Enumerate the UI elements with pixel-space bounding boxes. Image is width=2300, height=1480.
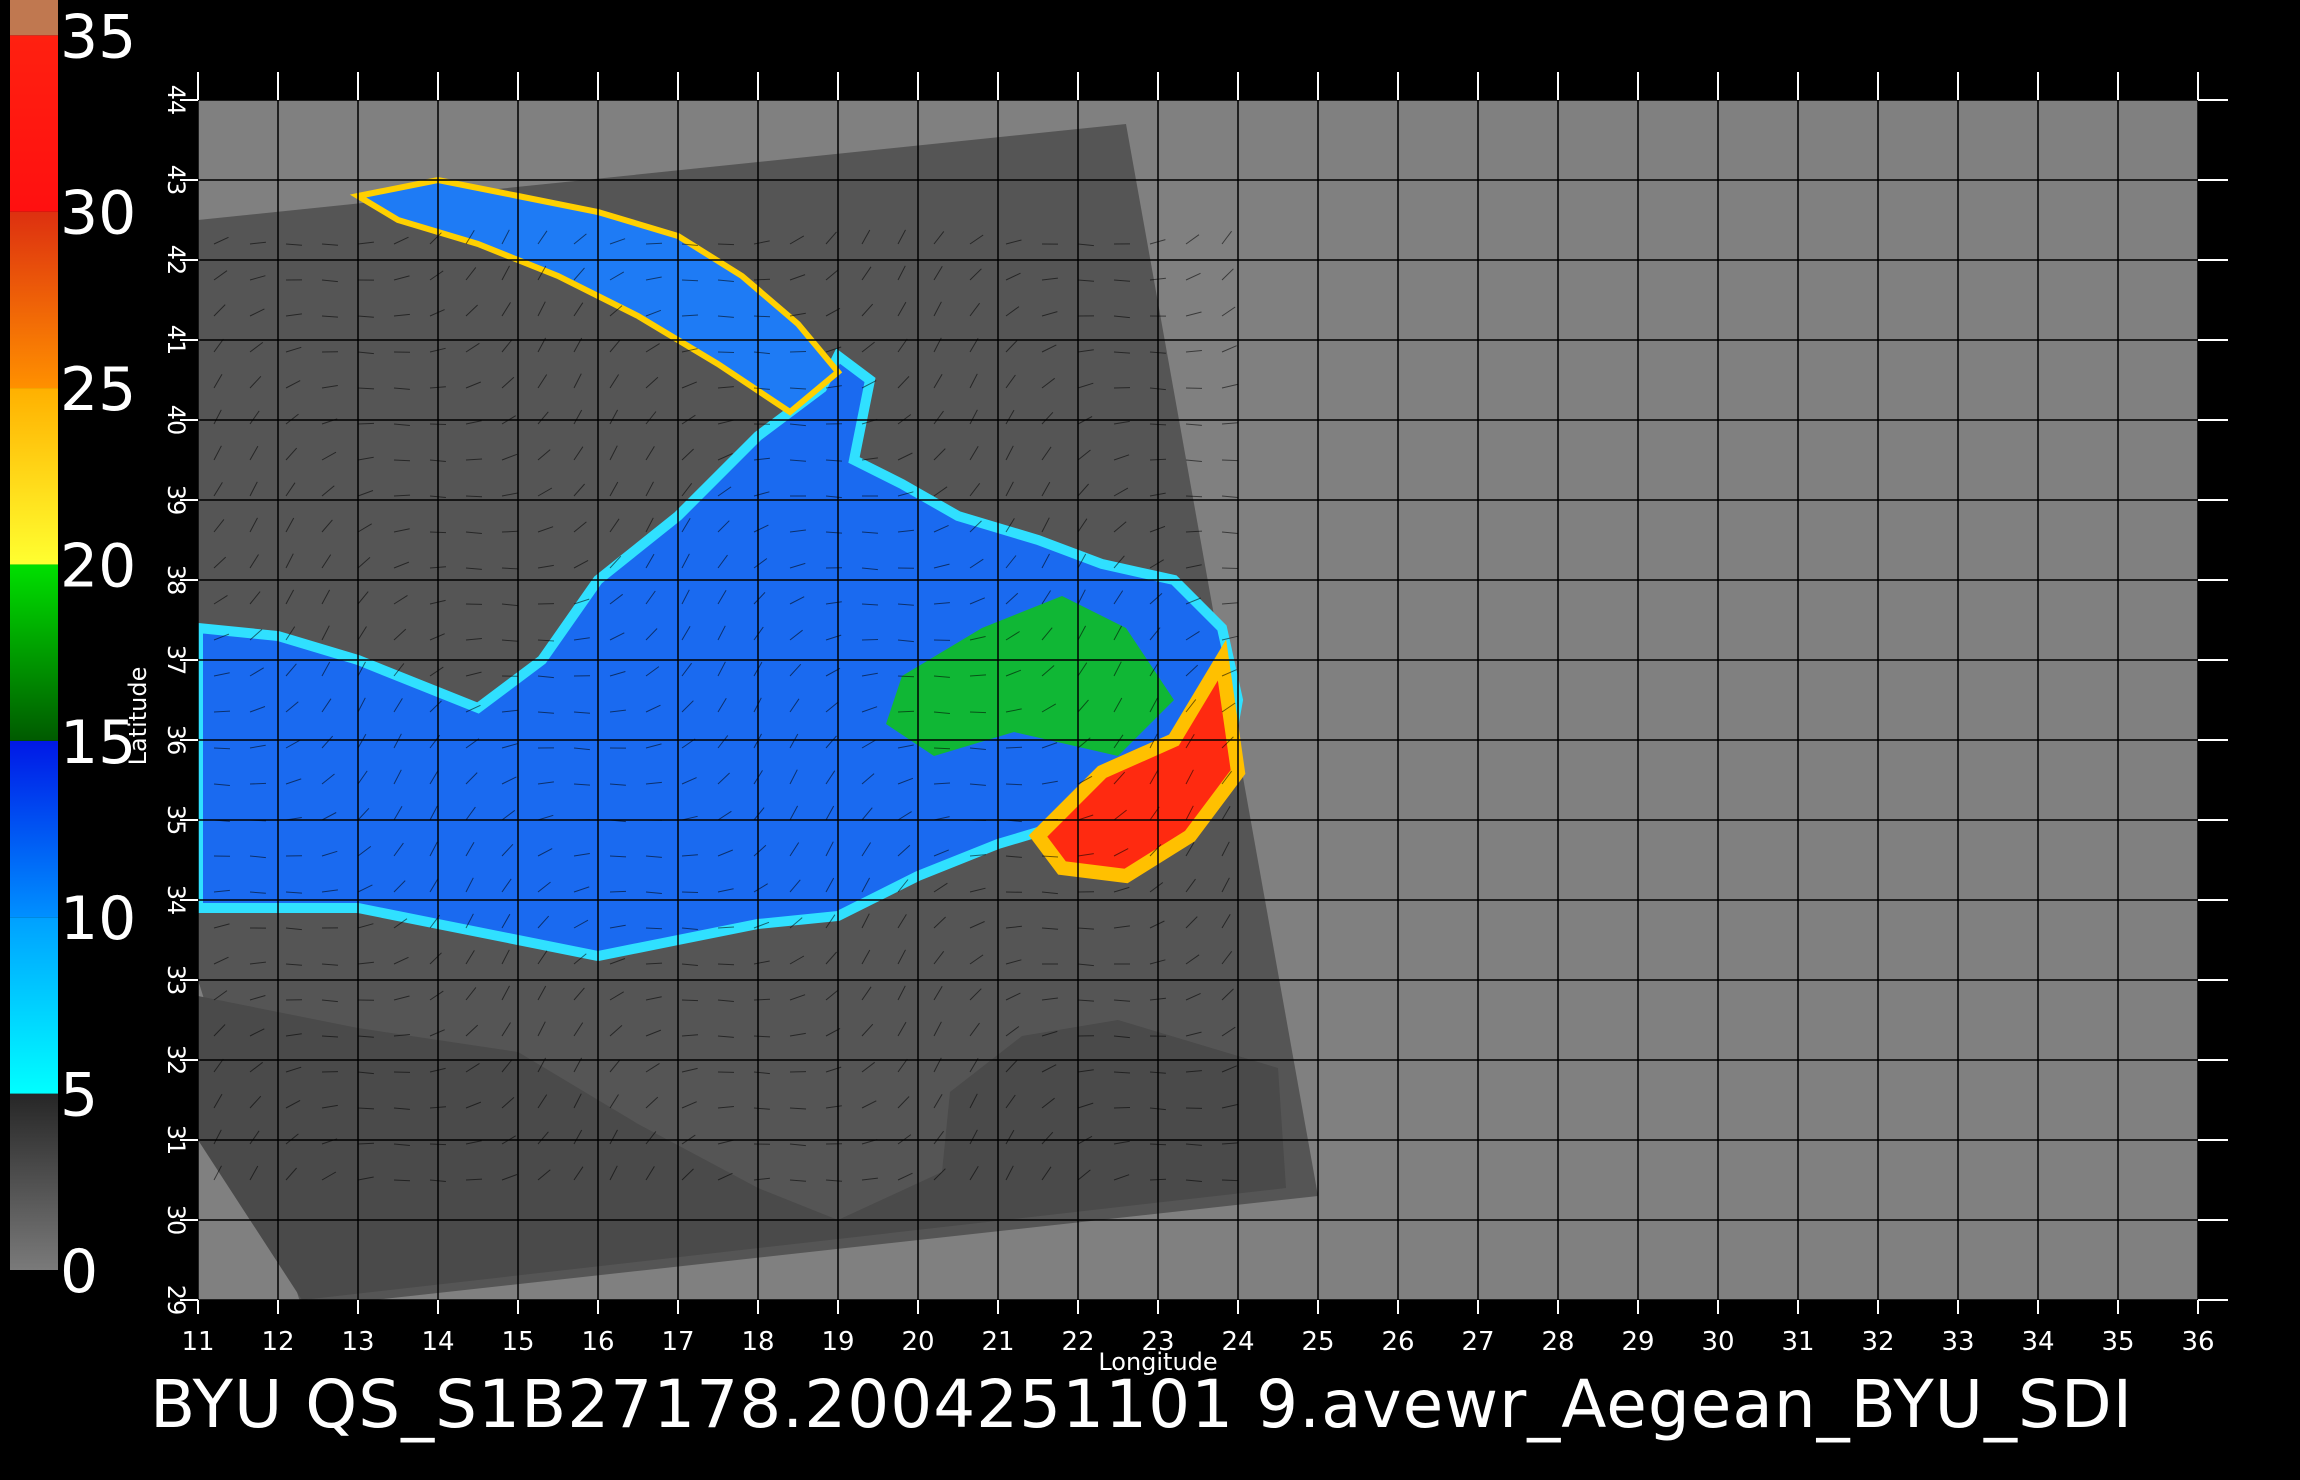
x-tick-label-20: 20 xyxy=(901,1327,934,1357)
wind-vector-578 xyxy=(1185,495,1203,498)
latitude-tick-labels: 29 30 31 32 33 34 35 36 37 38 39 40 41 42 43 44 xyxy=(162,85,190,1316)
y-tick-label-39: 39 xyxy=(162,485,190,516)
y-tick-label-37: 37 xyxy=(162,645,190,676)
colorbar-band-15-20 xyxy=(10,564,58,741)
x-tick-label-21: 21 xyxy=(981,1327,1014,1357)
y-axis-label: Latitude xyxy=(124,667,152,766)
wind-vector-558 xyxy=(465,495,483,498)
map-plot-area: 11 12 13 14 15 16 17 18 19 20 21 22 23 24 25 26 27 28 29 30… xyxy=(124,72,2228,1376)
y-tick-label-43: 43 xyxy=(162,165,190,196)
x-tick-label-27: 27 xyxy=(1461,1327,1494,1357)
colorbar-band-30-35 xyxy=(10,35,58,212)
x-tick-label-18: 18 xyxy=(741,1327,774,1357)
colorbar-label-10: 10 xyxy=(60,884,136,954)
x-tick-label-28: 28 xyxy=(1541,1327,1574,1357)
image-caption: BYU QS_S1B27178.2004251101 9.avewr_Aegea… xyxy=(150,1366,2134,1443)
wind-vector-453 xyxy=(861,639,879,641)
wind-vector-398 xyxy=(969,711,987,714)
wind-vector-608 xyxy=(1221,459,1239,462)
x-tick-label-26: 26 xyxy=(1381,1327,1414,1357)
x-tick-label-11: 11 xyxy=(181,1327,214,1357)
y-tick-label-44: 44 xyxy=(162,85,190,116)
x-tick-label-24: 24 xyxy=(1221,1327,1254,1357)
wind-vector-188 xyxy=(717,963,735,966)
wind-vector-368 xyxy=(933,747,951,750)
colorbar-band-35-36 xyxy=(10,0,58,36)
colorbar-label-35: 35 xyxy=(60,2,136,72)
colorbar-band-25-30 xyxy=(10,211,58,389)
x-tick-label-35: 35 xyxy=(2101,1327,2134,1357)
x-tick-label-25: 25 xyxy=(1301,1327,1334,1357)
x-tick-label-13: 13 xyxy=(341,1327,374,1357)
x-tick-label-14: 14 xyxy=(421,1327,454,1357)
wind-map-figure: 05101520253035 11 12 13 14 15 16 17 18 19 20 21 22 2… xyxy=(10,0,2228,1376)
x-tick-label-15: 15 xyxy=(501,1327,534,1357)
y-tick-label-35: 35 xyxy=(162,805,190,836)
wind-vector-160 xyxy=(753,998,771,1001)
y-tick-label-33: 33 xyxy=(162,965,190,996)
wind-vector-530 xyxy=(501,530,519,533)
y-tick-label-29: 29 xyxy=(162,1285,190,1316)
x-tick-label-16: 16 xyxy=(581,1327,614,1357)
colorbar-labels: 05101520253035 xyxy=(60,2,136,1307)
colorbar-band-0-5 xyxy=(10,1093,58,1270)
x-tick-label-12: 12 xyxy=(261,1327,294,1357)
y-tick-label-32: 32 xyxy=(162,1045,190,1076)
wind-vector-683 xyxy=(789,351,807,353)
x-tick-label-32: 32 xyxy=(1861,1327,1894,1357)
y-tick-label-30: 30 xyxy=(162,1205,190,1236)
wind-vector-158 xyxy=(681,999,699,1002)
y-tick-label-31: 31 xyxy=(162,1125,190,1156)
y-tick-label-41: 41 xyxy=(162,325,190,356)
wind-vector-245 xyxy=(681,891,699,893)
wind-vector-613 xyxy=(357,422,375,425)
colorbar-band-20-25 xyxy=(10,388,58,565)
x-tick-label-30: 30 xyxy=(1701,1327,1734,1357)
x-tick-label-36: 36 xyxy=(2181,1327,2214,1357)
wind-vector-5 xyxy=(393,1179,411,1182)
y-tick-label-40: 40 xyxy=(162,405,190,436)
y-tick-label-38: 38 xyxy=(162,565,190,596)
x-tick-label-34: 34 xyxy=(2021,1327,2054,1357)
wind-vector-243 xyxy=(609,890,627,893)
x-tick-label-22: 22 xyxy=(1061,1327,1094,1357)
wind-vector-738 xyxy=(681,279,699,282)
colorbar-label-0: 0 xyxy=(60,1237,98,1307)
y-tick-label-34: 34 xyxy=(162,885,190,916)
colorbar-band-10-15 xyxy=(10,740,58,918)
y-tick-label-42: 42 xyxy=(162,245,190,276)
colorbar-label-30: 30 xyxy=(60,179,136,249)
wind-vector-681 xyxy=(717,351,735,353)
wind-vector-33 xyxy=(357,1142,375,1145)
x-tick-label-31: 31 xyxy=(1781,1327,1814,1357)
wind-vector-83 xyxy=(1113,1107,1131,1109)
x-tick-label-29: 29 xyxy=(1621,1327,1654,1357)
wind-vector-320 xyxy=(249,782,267,785)
x-tick-label-19: 19 xyxy=(821,1327,854,1357)
wind-vector-521 xyxy=(1221,567,1239,569)
x-tick-label-17: 17 xyxy=(661,1327,694,1357)
colorbar-label-25: 25 xyxy=(60,355,136,425)
wind-vector-768 xyxy=(717,243,735,246)
colorbar-label-20: 20 xyxy=(60,531,136,601)
wind-vector-28 xyxy=(1221,1179,1239,1182)
x-tick-label-33: 33 xyxy=(1941,1327,1974,1357)
colorbar-band-5-10 xyxy=(10,917,58,1094)
colorbar-label-5: 5 xyxy=(60,1061,98,1131)
colorbar xyxy=(10,0,58,1270)
y-tick-label-36: 36 xyxy=(162,725,190,756)
